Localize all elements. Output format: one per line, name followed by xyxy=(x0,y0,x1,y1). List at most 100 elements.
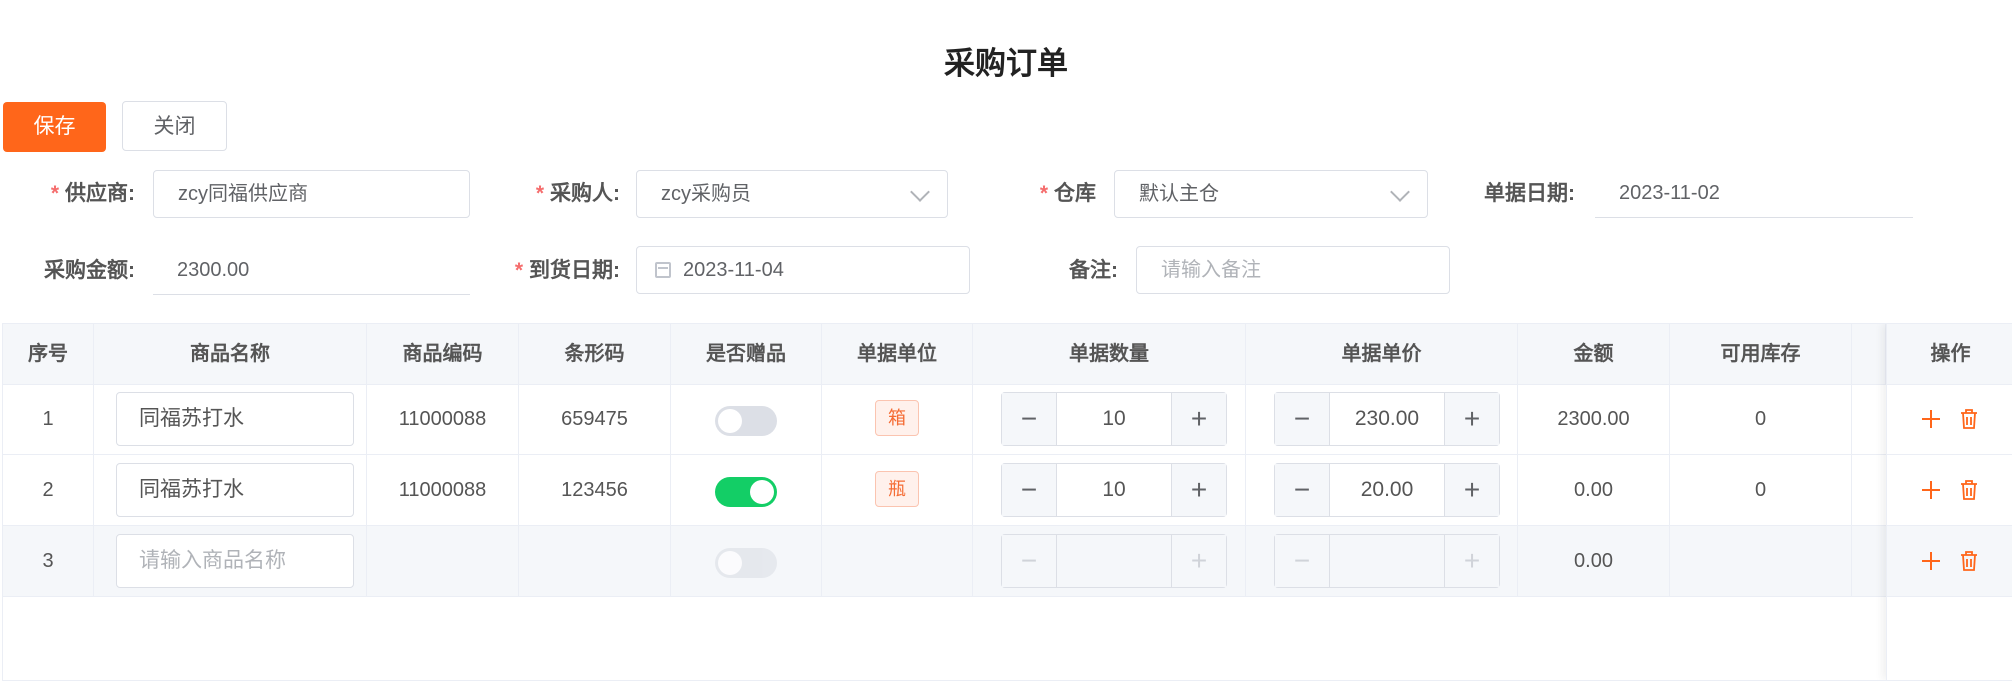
plus-icon[interactable]: + xyxy=(1444,535,1499,587)
price-stepper[interactable]: − 230.00 + xyxy=(1274,392,1500,446)
plus-icon[interactable]: + xyxy=(1444,464,1499,516)
price-stepper[interactable]: − 20.00 + xyxy=(1274,463,1500,517)
quantity-value[interactable]: 10 xyxy=(1057,393,1171,445)
cell-seq: 1 xyxy=(3,384,94,454)
cell-name: 同福苏打水 xyxy=(94,384,367,454)
plus-icon[interactable] xyxy=(1922,552,1940,570)
cell-gift xyxy=(671,455,822,525)
minus-icon[interactable]: − xyxy=(1275,464,1330,516)
cell-amount: 2300.00 xyxy=(1518,384,1670,454)
remark-label: 备注: xyxy=(1069,259,1118,282)
cell-amount: 0.00 xyxy=(1518,526,1670,596)
header-barcode: 条形码 xyxy=(519,324,671,384)
supplier-label: * 供应商: xyxy=(50,182,135,205)
cell-gift xyxy=(671,526,822,596)
cell-seq: 3 xyxy=(3,526,94,596)
close-button[interactable]: 关闭 xyxy=(122,101,227,151)
table-header: 序号 商品名称 商品编码 条形码 是否赠品 单据单位 单据数量 单据单价 金额 … xyxy=(3,324,2012,385)
price-value[interactable]: 20.00 xyxy=(1330,464,1444,516)
cell-unit: 瓶 xyxy=(822,455,973,525)
header-price: 单据单价 xyxy=(1246,324,1518,384)
plus-icon[interactable]: + xyxy=(1171,535,1226,587)
toggle-knob xyxy=(750,480,774,504)
warehouse-label: * 仓库 xyxy=(1039,182,1096,205)
cell-code xyxy=(367,526,519,596)
unit-tag: 瓶 xyxy=(875,471,919,507)
cell-price: − 20.00 + xyxy=(1246,455,1518,525)
trash-icon[interactable] xyxy=(1959,408,1979,430)
quantity-stepper[interactable]: − 10 + xyxy=(1001,392,1227,446)
product-name-input[interactable]: 请输入商品名称 xyxy=(116,534,354,588)
product-name-input[interactable]: 同福苏打水 xyxy=(116,463,354,517)
header-stock: 可用库存 xyxy=(1670,324,1852,384)
save-button[interactable]: 保存 xyxy=(3,102,106,152)
arrival-date-label: * 到货日期: xyxy=(514,259,620,282)
operation-cell xyxy=(1887,455,2012,526)
plus-icon[interactable] xyxy=(1922,481,1940,499)
doc-date-label: 单据日期: xyxy=(1484,182,1575,205)
buyer-select[interactable]: zcy采购员 xyxy=(636,170,948,218)
quantity-value[interactable]: 10 xyxy=(1057,464,1171,516)
page-title: 采购订单 xyxy=(944,46,1068,81)
gift-toggle[interactable] xyxy=(715,477,777,507)
plus-icon[interactable]: + xyxy=(1171,393,1226,445)
cell-qty: − 10 + xyxy=(973,384,1246,454)
supplier-input[interactable]: zcy同福供应商 xyxy=(153,170,470,218)
cell-code: 11000088 xyxy=(367,384,519,454)
quantity-stepper[interactable]: − + xyxy=(1001,534,1227,588)
chevron-down-icon xyxy=(1390,182,1410,202)
chevron-down-icon xyxy=(910,182,930,202)
operation-column: 操作 xyxy=(1886,324,2012,680)
cell-barcode: 123456 xyxy=(519,455,671,525)
minus-icon[interactable]: − xyxy=(1002,393,1057,445)
cell-stock: 0 xyxy=(1670,384,1852,454)
cell-amount: 0.00 xyxy=(1518,455,1670,525)
minus-icon[interactable]: − xyxy=(1275,393,1330,445)
cell-qty: − 10 + xyxy=(973,455,1246,525)
amount-label: 采购金额: xyxy=(44,259,135,282)
header-code: 商品编码 xyxy=(367,324,519,384)
amount-field: 2300.00 xyxy=(153,247,470,295)
buyer-label: * 采购人: xyxy=(535,182,620,205)
minus-icon[interactable]: − xyxy=(1275,535,1330,587)
quantity-value[interactable] xyxy=(1057,535,1171,587)
warehouse-select[interactable]: 默认主仓 xyxy=(1114,170,1428,218)
cell-qty: − + xyxy=(973,526,1246,596)
trash-icon[interactable] xyxy=(1959,550,1979,572)
operation-cell xyxy=(1887,384,2012,455)
price-value[interactable] xyxy=(1330,535,1444,587)
header-amount: 金额 xyxy=(1518,324,1670,384)
plus-icon[interactable]: + xyxy=(1444,393,1499,445)
cell-barcode: 659475 xyxy=(519,384,671,454)
plus-icon[interactable] xyxy=(1922,410,1940,428)
price-stepper[interactable]: − + xyxy=(1274,534,1500,588)
table-row: 3 请输入商品名称 − + − + 0.00 xyxy=(3,526,2012,597)
table-row: 1 同福苏打水 11000088 659475 箱 − 10 + − 230.0… xyxy=(3,384,2012,455)
cell-barcode xyxy=(519,526,671,596)
cell-price: − + xyxy=(1246,526,1518,596)
order-items-table: 序号 商品名称 商品编码 条形码 是否赠品 单据单位 单据数量 单据单价 金额 … xyxy=(2,323,2012,681)
operation-cell xyxy=(1887,526,2012,597)
gift-toggle[interactable] xyxy=(715,548,777,578)
quantity-stepper[interactable]: − 10 + xyxy=(1001,463,1227,517)
product-name-input[interactable]: 同福苏打水 xyxy=(116,392,354,446)
minus-icon[interactable]: − xyxy=(1002,464,1057,516)
header-gift: 是否赠品 xyxy=(671,324,822,384)
header-operation: 操作 xyxy=(1887,324,2012,385)
header-seq: 序号 xyxy=(3,324,94,384)
table-row: 2 同福苏打水 11000088 123456 瓶 − 10 + − 20.00… xyxy=(3,455,2012,526)
header-unit: 单据单位 xyxy=(822,324,973,384)
toggle-knob xyxy=(718,551,742,575)
price-value[interactable]: 230.00 xyxy=(1330,393,1444,445)
header-qty: 单据数量 xyxy=(973,324,1246,384)
toggle-knob xyxy=(718,409,742,433)
arrival-date-picker[interactable]: 2023-11-04 xyxy=(636,246,970,294)
header-name: 商品名称 xyxy=(94,324,367,384)
minus-icon[interactable]: − xyxy=(1002,535,1057,587)
plus-icon[interactable]: + xyxy=(1171,464,1226,516)
cell-unit xyxy=(822,526,973,596)
remark-input[interactable]: 请输入备注 xyxy=(1136,246,1450,294)
header-extra xyxy=(1852,324,1886,384)
gift-toggle[interactable] xyxy=(715,406,777,436)
trash-icon[interactable] xyxy=(1959,479,1979,501)
